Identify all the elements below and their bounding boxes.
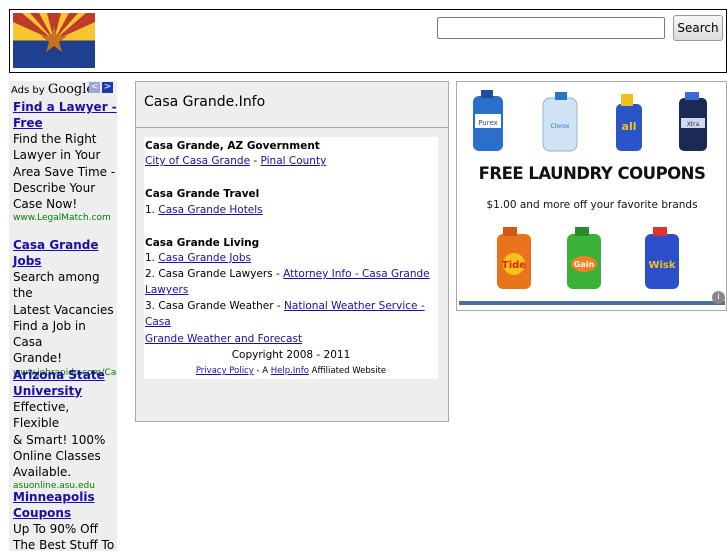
ads-by-text: Ads by: [11, 85, 48, 96]
ad-description: Effective, Flexible & Smart! 100% Online C…: [13, 400, 106, 480]
travel-item: 1. Casa Grande Hotels: [145, 204, 263, 216]
main-panel: Casa Grande.Info Casa Grande, AZ Governm…: [135, 81, 449, 422]
next-ad-arrow-icon[interactable]: >: [102, 82, 113, 93]
arizona-flag-logo[interactable]: [13, 13, 95, 68]
svg-text:Gain: Gain: [574, 260, 595, 269]
ad-description: Search among the Latest Vacancies Find a J…: [13, 270, 114, 366]
ad-item: Arizona State University Effective, Flexi…: [13, 367, 117, 492]
banner-subline: $1.00 and more off your favorite brands: [486, 199, 698, 211]
tide-bottle-icon: Tide: [497, 227, 531, 289]
ad-item: Find a Lawyer - Free Find the Right Lawyer…: [13, 99, 117, 224]
copyright-text: Copyright 2008 - 2011: [231, 349, 351, 361]
section-heading-government: Casa Grande, AZ Government: [145, 140, 320, 152]
laundry-coupons-banner-ad[interactable]: Purex Clorox all Xtra Tide Gain Wisk FRE…: [456, 81, 727, 311]
google-wordmark: Google: [47, 82, 95, 97]
prev-ad-arrow-icon[interactable]: <: [89, 82, 100, 93]
ad-item: Casa Grande Jobs Search among the Latest V…: [13, 237, 117, 379]
living-item-2: 2. Casa Grande Lawyers - Attorney Info -…: [145, 268, 430, 297]
svg-text:Xtra: Xtra: [687, 121, 700, 128]
svg-text:Purex: Purex: [478, 119, 498, 127]
gain-bottle-icon: Gain: [567, 227, 601, 289]
clorox-bottle-icon: Clorox: [542, 92, 578, 152]
search-input[interactable]: [437, 17, 665, 39]
city-of-casa-grande-link[interactable]: City of Casa Grande: [145, 155, 250, 167]
svg-text:Clorox: Clorox: [551, 123, 570, 130]
ad-description: Up To 90% Off The Best Stuff To: [13, 522, 115, 551]
pinal-county-link[interactable]: Pinal County: [261, 155, 327, 167]
ad-title-link[interactable]: Minneapolis Coupons: [13, 489, 117, 521]
ad-item: Minneapolis Coupons Up To 90% Off The Best…: [13, 489, 117, 551]
privacy-policy-link[interactable]: Privacy Policy: [196, 366, 254, 376]
ads-sidebar: Ads by Google < > Find a Lawyer - Free Fin…: [9, 81, 117, 551]
page-title: Casa Grande.Info: [144, 94, 266, 110]
section-heading-living: Casa Grande Living: [145, 237, 260, 249]
search-button[interactable]: Search: [673, 15, 723, 41]
government-links: City of Casa Grande - Pinal County: [145, 155, 327, 167]
ads-by-google-label[interactable]: Ads by Google: [11, 82, 94, 97]
help-info-link[interactable]: Help.Info: [271, 366, 309, 376]
content-box: Casa Grande, AZ Government City of Casa …: [144, 137, 438, 379]
ad-title-link[interactable]: Find a Lawyer - Free: [13, 99, 117, 131]
ad-url[interactable]: www.LegalMatch.com: [13, 212, 117, 224]
footer-links: Privacy Policy - A Help.Info Affiliated …: [195, 366, 387, 376]
living-item-3: 3. Casa Grande Weather - National Weathe…: [145, 300, 425, 345]
svg-text:Tide: Tide: [502, 260, 526, 271]
ad-description: Find the Right Lawyer in Your Area Save Ti…: [13, 132, 116, 212]
banner-headline: FREE LAUNDRY COUPONS: [478, 164, 706, 183]
ad-info-icon[interactable]: i: [712, 291, 725, 304]
section-heading-travel: Casa Grande Travel: [145, 188, 260, 200]
living-item-1: 1. Casa Grande Jobs: [145, 252, 252, 264]
xtra-bottle-icon: Xtra: [679, 92, 707, 151]
svg-text:Wisk: Wisk: [648, 260, 675, 271]
wisk-bottle-icon: Wisk: [645, 227, 679, 289]
banner-bottom-bar: [459, 301, 725, 305]
ad-title-link[interactable]: Casa Grande Jobs: [13, 237, 117, 269]
banner-content: Purex Clorox all Xtra Tide Gain Wisk FRE…: [459, 84, 725, 306]
title-divider: [136, 127, 448, 128]
site-header: Search: [9, 9, 727, 73]
casa-grande-hotels-link[interactable]: Casa Grande Hotels: [158, 204, 262, 216]
casa-grande-jobs-link[interactable]: Casa Grande Jobs: [158, 252, 251, 264]
detergent-bottles-image: Purex Clorox all Xtra Tide Gain Wisk: [473, 90, 707, 289]
all-bottle-icon: all: [616, 94, 642, 151]
purex-bottle-icon: Purex: [473, 90, 503, 151]
svg-text:all: all: [622, 120, 637, 133]
ad-title-link[interactable]: Arizona State University: [13, 367, 117, 399]
